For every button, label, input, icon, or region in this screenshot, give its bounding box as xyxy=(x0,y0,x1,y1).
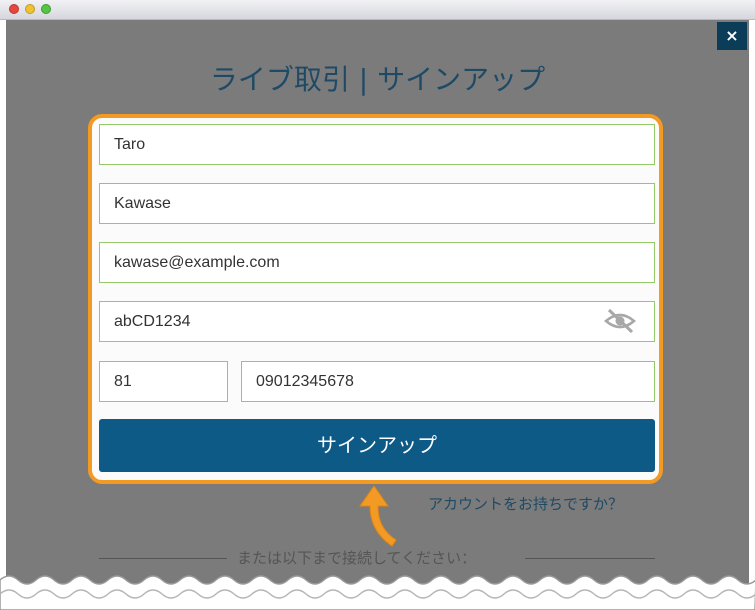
login-link[interactable]: アカウントをお持ちですか？ xyxy=(428,493,623,514)
country-code-field[interactable]: 81 xyxy=(99,361,228,402)
last-name-field[interactable]: Kawase xyxy=(99,183,655,224)
divider-text: または以下まで接続してください： xyxy=(237,549,477,567)
signup-button[interactable]: サインアップ xyxy=(99,419,655,472)
close-icon[interactable]: × xyxy=(717,22,747,50)
curved-arrow-icon xyxy=(359,485,397,547)
window-close-dot[interactable] xyxy=(9,4,19,14)
eye-slash-icon[interactable] xyxy=(603,305,637,337)
torn-edge xyxy=(0,575,755,610)
page-title: ライブ取引 | サインアップ xyxy=(209,63,546,96)
divider-line-right xyxy=(525,558,655,559)
first-name-field[interactable]: Taro xyxy=(99,124,655,165)
window-minimize-dot[interactable] xyxy=(25,4,35,14)
email-field[interactable]: kawase@example.com xyxy=(99,242,655,283)
window-zoom-dot[interactable] xyxy=(41,4,51,14)
password-field[interactable]: abCD1234 xyxy=(99,301,655,342)
divider-line-left xyxy=(99,558,227,559)
phone-field[interactable]: 09012345678 xyxy=(241,361,655,402)
window-titlebar xyxy=(0,0,755,20)
